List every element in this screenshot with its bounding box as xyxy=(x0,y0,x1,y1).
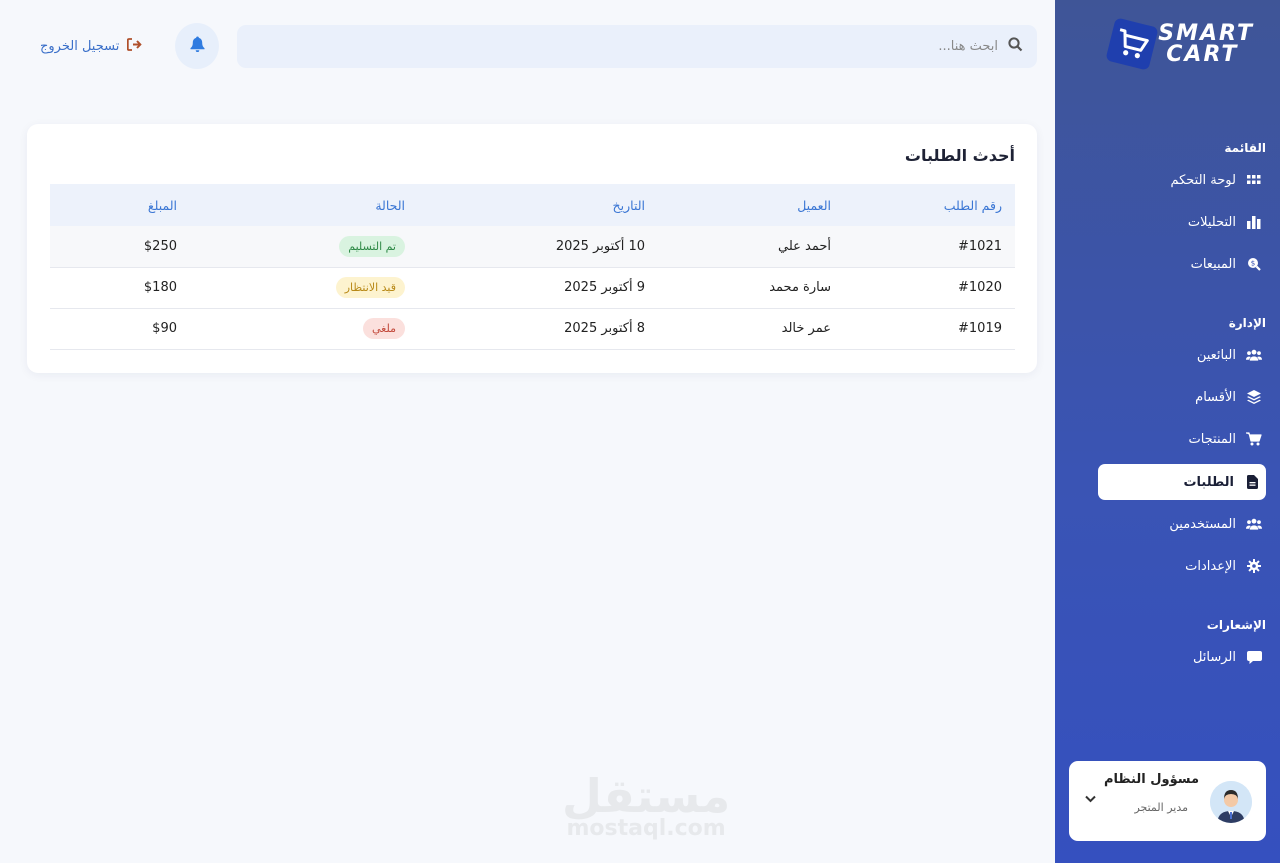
bar-chart-icon xyxy=(1246,214,1262,230)
logout-icon xyxy=(127,38,143,55)
sidebar-item-label: الطلبات xyxy=(1183,474,1234,490)
customer-name: أحمد علي xyxy=(645,226,831,268)
sidebar-item-label: المستخدمين xyxy=(1169,516,1236,532)
user-name: مسؤول النظام xyxy=(1103,772,1199,787)
management-section-title: الإدارة xyxy=(1228,316,1266,330)
grid-icon xyxy=(1246,172,1262,188)
sidebar-item-settings[interactable]: الإعدادات xyxy=(1098,548,1266,584)
search-bar[interactable] xyxy=(237,25,1037,68)
order-id: #1021 xyxy=(831,226,1015,268)
notifications-section-title: الإشعارات xyxy=(1206,618,1266,632)
order-amount: $180 xyxy=(50,267,177,309)
chevron-down-icon[interactable] xyxy=(1085,793,1096,806)
user-profile-card[interactable]: مسؤول النظام مدير المتجر xyxy=(1069,761,1266,841)
sidebar-item-label: الرسائل xyxy=(1192,649,1236,665)
bell-icon xyxy=(190,36,205,56)
sidebar-item-products[interactable]: المنتجات xyxy=(1098,421,1266,457)
users-icon xyxy=(1246,516,1262,532)
brand-name: SMART CART xyxy=(1158,21,1254,67)
user-role: مدير المتجر xyxy=(1134,801,1188,814)
watermark-url: mostaql.com xyxy=(566,816,726,841)
brand-logo[interactable]: SMART CART xyxy=(1105,17,1254,71)
sidebar-item-dashboard[interactable]: لوحة التحكم xyxy=(1098,162,1266,198)
cart-logo-icon xyxy=(1105,17,1159,71)
customer-name: سارة محمد xyxy=(645,267,831,309)
column-header-order-id[interactable]: رقم الطلب xyxy=(831,184,1015,226)
sidebar-item-messages[interactable]: الرسائل xyxy=(1098,639,1266,675)
order-amount: $250 xyxy=(50,226,177,268)
order-date: 10 أكتوبر 2025 xyxy=(405,226,645,268)
orders-table: رقم الطلب العميل التاريخ الحالة المبلغ #… xyxy=(50,184,1015,350)
logout-button[interactable]: تسجيل الخروج xyxy=(40,38,143,55)
card-title: أحدث الطلبات xyxy=(904,146,1015,165)
column-header-customer[interactable]: العميل xyxy=(645,184,831,226)
avatar xyxy=(1210,781,1252,823)
sidebar-item-analytics[interactable]: التحليلات xyxy=(1098,204,1266,240)
cart-icon xyxy=(1246,431,1262,447)
sidebar-item-label: الإعدادات xyxy=(1185,558,1236,574)
notifications-button[interactable] xyxy=(175,23,219,69)
message-icon xyxy=(1246,649,1262,665)
watermark: مستقل mostaql.com xyxy=(562,772,730,840)
status-cell: قيد الانتظار xyxy=(177,267,405,309)
sidebar-item-orders[interactable]: الطلبات xyxy=(1098,464,1266,500)
menu-section-title: القائمة xyxy=(1224,141,1266,155)
customer-name: عمر خالد xyxy=(645,308,831,350)
sidebar-item-label: التحليلات xyxy=(1187,214,1236,230)
order-date: 8 أكتوبر 2025 xyxy=(405,308,645,350)
sidebar-item-label: لوحة التحكم xyxy=(1170,172,1236,188)
sidebar-item-sales[interactable]: $ المبيعات xyxy=(1098,246,1266,282)
sidebar-item-label: الأقسام xyxy=(1195,389,1236,405)
users-icon xyxy=(1246,347,1262,363)
sidebar-item-label: المنتجات xyxy=(1188,431,1236,447)
status-cell: تم التسليم xyxy=(177,226,405,268)
column-header-date[interactable]: التاريخ xyxy=(405,184,645,226)
order-id: #1019 xyxy=(831,308,1015,350)
search-input[interactable] xyxy=(398,39,998,54)
watermark-arabic: مستقل xyxy=(562,769,731,823)
sidebar-item-users[interactable]: المستخدمين xyxy=(1098,506,1266,542)
table-row[interactable]: #1021 أحمد علي 10 أكتوبر 2025 تم التسليم… xyxy=(50,226,1015,268)
column-header-status[interactable]: الحالة xyxy=(177,184,405,226)
order-date: 9 أكتوبر 2025 xyxy=(405,267,645,309)
sidebar-item-label: البائعين xyxy=(1196,347,1236,363)
layers-icon xyxy=(1246,389,1262,405)
status-badge: ملغي xyxy=(362,318,405,339)
sidebar: SMART CART القائمة لوحة التحكم التحليلات… xyxy=(1055,0,1280,863)
recent-orders-card: أحدث الطلبات رقم الطلب العميل التاريخ ال… xyxy=(27,124,1037,373)
gear-icon xyxy=(1246,558,1262,574)
sidebar-item-label: المبيعات xyxy=(1190,256,1236,272)
sidebar-item-vendors[interactable]: البائعين xyxy=(1098,337,1266,373)
logout-label: تسجيل الخروج xyxy=(40,39,120,54)
file-icon xyxy=(1244,474,1260,490)
status-cell: ملغي xyxy=(177,308,405,350)
search-icon xyxy=(1008,37,1023,56)
search-dollar-icon: $ xyxy=(1246,256,1262,272)
sidebar-item-categories[interactable]: الأقسام xyxy=(1098,379,1266,415)
status-badge: قيد الانتظار xyxy=(335,277,405,298)
table-header-row: رقم الطلب العميل التاريخ الحالة المبلغ xyxy=(50,184,1015,226)
table-row[interactable]: #1020 سارة محمد 9 أكتوبر 2025 قيد الانتظ… xyxy=(50,267,1015,309)
table-row[interactable]: #1019 عمر خالد 8 أكتوبر 2025 ملغي $90 xyxy=(50,308,1015,350)
svg-text:$: $ xyxy=(1251,260,1255,268)
status-badge: تم التسليم xyxy=(339,235,405,257)
order-amount: $90 xyxy=(50,308,177,350)
column-header-amount[interactable]: المبلغ xyxy=(50,184,177,226)
order-id: #1020 xyxy=(831,267,1015,309)
